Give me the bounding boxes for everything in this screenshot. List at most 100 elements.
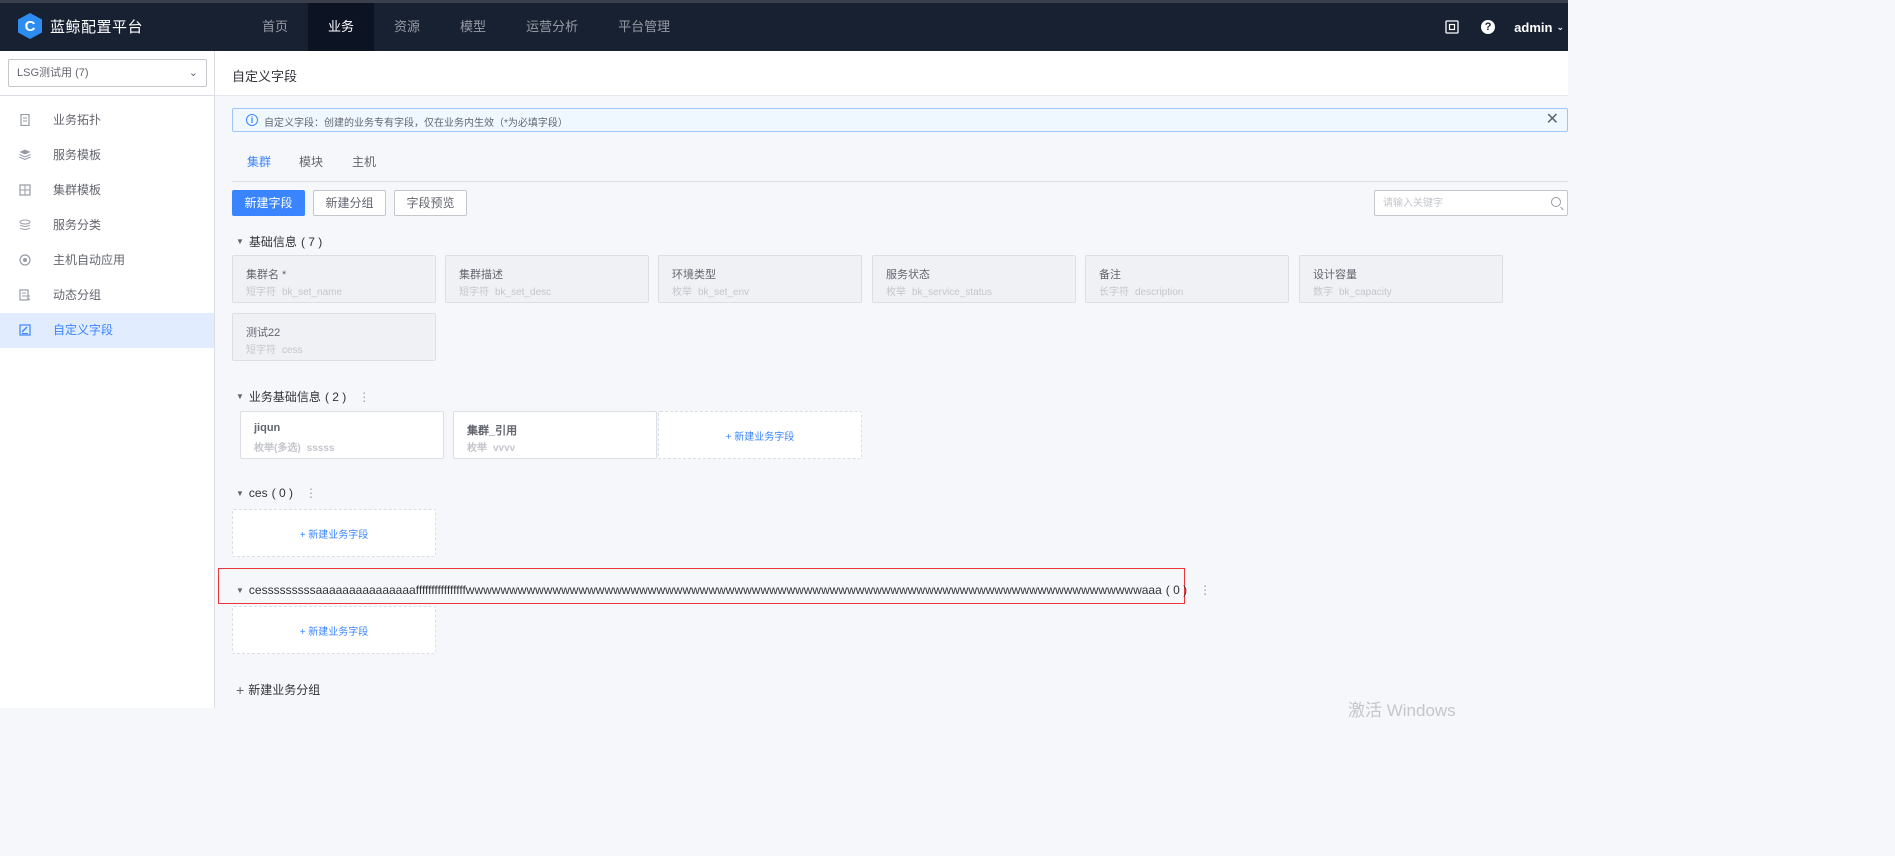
sidebar-item-label: 自定义字段 — [53, 323, 114, 337]
field-meta: 数字 bk_capacity — [1313, 287, 1392, 298]
cluster-template-icon — [19, 184, 31, 196]
nav-model[interactable]: 模型 — [440, 3, 506, 51]
group-header-long-name[interactable]: ▼ cesssssssssaaaaaaaaaaaaaaaffffffffffff… — [236, 583, 1211, 597]
business-selector[interactable]: LSG测试用 (7) ⌄ — [8, 59, 207, 87]
tab-host[interactable]: 主机 — [352, 153, 376, 170]
collapse-triangle-icon: ▼ — [236, 488, 244, 498]
sidebar: LSG测试用 (7) ⌄ 业务拓扑 服务模板 集群模板 服务分类 主机自动应用 … — [0, 51, 215, 708]
topology-icon — [20, 114, 30, 126]
group-header-basic[interactable]: ▼ 基础信息 ( 7 ) — [236, 233, 322, 250]
field-card[interactable]: 服务状态 枚举 bk_service_status — [872, 255, 1076, 303]
group-name: ces — [248, 486, 268, 500]
app-name: 蓝鲸配置平台 — [50, 18, 144, 36]
page-title: 自定义字段 — [232, 69, 298, 84]
nav-platform-admin[interactable]: 平台管理 — [598, 3, 690, 51]
group-name: 业务基础信息 — [248, 390, 321, 404]
nav-business[interactable]: 业务 — [308, 3, 375, 51]
field-card[interactable]: 测试22 短字符 cess — [232, 313, 436, 361]
host-auto-apply-icon — [19, 254, 31, 266]
field-meta: 短字符 bk_set_desc — [459, 287, 552, 298]
add-field-label: + 新建业务字段 — [725, 432, 795, 443]
field-meta: 枚举 bk_service_status — [886, 287, 993, 298]
notification-icon[interactable] — [1444, 19, 1460, 35]
service-template-icon — [19, 149, 31, 161]
sidebar-item-custom-field[interactable]: 自定义字段 — [0, 313, 214, 348]
field-meta: 枚举 bk_set_env — [672, 287, 750, 298]
group-count: ( 7 ) — [300, 234, 323, 249]
field-card[interactable]: 设计容量 数字 bk_capacity — [1299, 255, 1503, 303]
collapse-triangle-icon: ▼ — [236, 237, 244, 246]
new-group-button[interactable]: 新建分组 — [313, 190, 386, 216]
field-meta: 短字符 bk_set_name — [246, 287, 343, 298]
nav-home[interactable]: 首页 — [242, 3, 308, 51]
more-options-icon[interactable]: ⋮ — [358, 390, 370, 404]
new-biz-group-link[interactable]: + 新建业务分组 — [236, 681, 320, 698]
user-menu[interactable]: admin ⌄ — [1514, 20, 1564, 35]
help-icon[interactable]: ? — [1480, 19, 1496, 35]
sidebar-item-label: 集群模板 — [53, 183, 102, 197]
field-card[interactable]: jiqun 枚举(多选) sssss — [240, 411, 444, 459]
tab-cluster[interactable]: 集群 — [247, 153, 271, 170]
sidebar-item-service-category[interactable]: 服务分类 — [0, 208, 214, 243]
field-card[interactable]: 备注 长字符 description — [1085, 255, 1289, 303]
collapse-triangle-icon: ▼ — [236, 585, 244, 595]
group-header-ces[interactable]: ▼ ces ( 0 ) ⋮ — [236, 486, 317, 500]
add-field-card[interactable]: + 新建业务字段 — [658, 411, 862, 459]
info-icon: i — [246, 114, 258, 126]
app-root: C 蓝鲸配置平台 首页 业务 资源 模型 运营分析 平台管理 ? admin ⌄ — [0, 0, 1568, 720]
field-meta: 短字符 cess — [246, 345, 303, 356]
info-alert: i 自定义字段：创建的业务专有字段，仅在业务内生效（*为必填字段） ✕ — [232, 108, 1568, 132]
custom-field-icon — [19, 324, 31, 336]
group-header-biz-basic[interactable]: ▼ 业务基础信息 ( 2 ) ⋮ — [236, 388, 370, 405]
search-input[interactable] — [1375, 191, 1545, 215]
search-icon[interactable] — [1551, 197, 1561, 207]
field-preview-button[interactable]: 字段预览 — [394, 190, 467, 216]
field-name: 集群名 * — [246, 269, 287, 281]
add-field-label: + 新建业务字段 — [299, 530, 369, 541]
field-name: 环境类型 — [672, 269, 716, 281]
new-field-button[interactable]: 新建字段 — [232, 190, 305, 216]
tab-module[interactable]: 模块 — [299, 153, 323, 170]
field-meta: 枚举 vvvv — [467, 443, 516, 454]
add-field-card[interactable]: + 新建业务字段 — [232, 606, 436, 654]
field-name: 集群_引用 — [467, 425, 518, 437]
sidebar-item-service-template[interactable]: 服务模板 — [0, 138, 214, 173]
sidebar-item-label: 服务模板 — [53, 148, 102, 162]
field-name: 测试22 — [246, 327, 281, 339]
nav-analysis[interactable]: 运营分析 — [506, 3, 598, 51]
field-meta: 枚举(多选) sssss — [254, 443, 335, 454]
user-name: admin — [1514, 19, 1553, 35]
nav-resource[interactable]: 资源 — [374, 3, 440, 51]
logo[interactable]: C 蓝鲸配置平台 — [18, 13, 143, 39]
field-name: 服务状态 — [886, 269, 930, 281]
top-right-tools: ? admin ⌄ — [1434, 3, 1564, 51]
sidebar-menu: 业务拓扑 服务模板 集群模板 服务分类 主机自动应用 动态分组 自定义字段 — [0, 103, 214, 348]
more-options-icon[interactable]: ⋮ — [1199, 583, 1211, 597]
sidebar-item-label: 主机自动应用 — [53, 253, 126, 267]
field-meta: 长字符 description — [1099, 287, 1184, 298]
add-field-card[interactable]: + 新建业务字段 — [232, 509, 436, 557]
sidebar-item-topology[interactable]: 业务拓扑 — [0, 103, 214, 138]
sidebar-item-host-auto-apply[interactable]: 主机自动应用 — [0, 243, 214, 278]
more-options-icon[interactable]: ⋮ — [305, 486, 317, 500]
field-name: 集群描述 — [459, 269, 503, 281]
sidebar-item-label: 服务分类 — [53, 218, 102, 232]
field-card[interactable]: 环境类型 枚举 bk_set_env — [658, 255, 862, 303]
dynamic-group-icon — [19, 289, 31, 301]
group-name: cesssssssssaaaaaaaaaaaaaaaffffffffffffff… — [248, 583, 1162, 597]
logo-icon: C — [18, 13, 42, 39]
group-count: ( 2 ) — [324, 389, 347, 404]
top-navbar: C 蓝鲸配置平台 首页 业务 资源 模型 运营分析 平台管理 ? admin ⌄ — [0, 0, 1568, 51]
page-header: 自定义字段 — [215, 51, 1568, 96]
business-selector-value: LSG测试用 (7) — [17, 67, 89, 79]
field-name: 备注 — [1099, 269, 1121, 281]
group-count: ( 0 ) — [1165, 583, 1188, 597]
chevron-down-icon: ⌄ — [188, 67, 198, 79]
close-icon[interactable]: ✕ — [1546, 111, 1559, 129]
field-name: 设计容量 — [1313, 269, 1357, 281]
field-card[interactable]: 集群描述 短字符 bk_set_desc — [445, 255, 649, 303]
sidebar-item-dynamic-group[interactable]: 动态分组 — [0, 278, 214, 313]
sidebar-item-cluster-template[interactable]: 集群模板 — [0, 173, 214, 208]
field-card[interactable]: 集群_引用 枚举 vvvv — [453, 411, 657, 459]
field-card[interactable]: 集群名 * 短字符 bk_set_name — [232, 255, 436, 303]
